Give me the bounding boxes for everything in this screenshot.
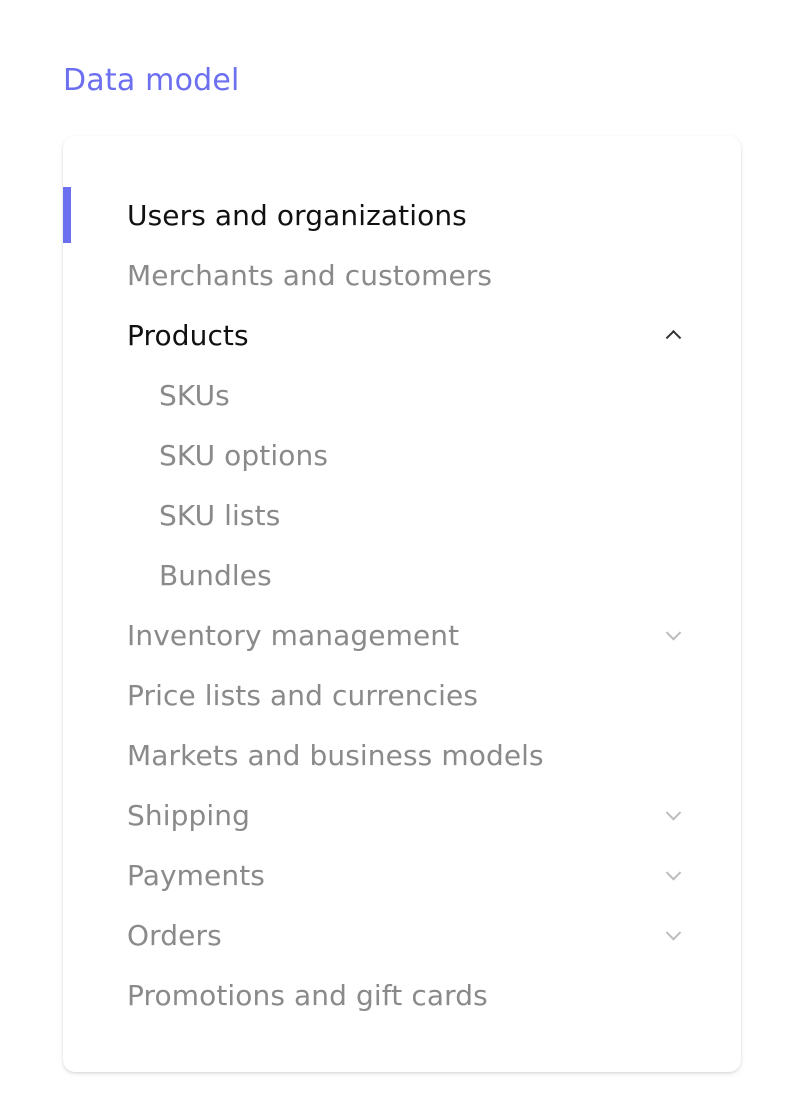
- nav-item-label: Merchants and customers: [127, 258, 493, 292]
- nav-item-label: Shipping: [127, 798, 250, 832]
- nav-item-price-lists-and-currencies[interactable]: Price lists and currencies: [63, 665, 741, 725]
- section-title-link[interactable]: Data model: [63, 62, 240, 100]
- nav-item-promotions-and-gift-cards[interactable]: Promotions and gift cards: [63, 965, 741, 1025]
- nav-item-label: SKU lists: [159, 498, 281, 532]
- nav-item-label: Bundles: [159, 558, 272, 592]
- nav-item-label: Markets and business models: [127, 738, 544, 772]
- nav-subitem-sku-lists[interactable]: SKU lists: [63, 485, 741, 545]
- nav-item-label: Inventory management: [127, 618, 460, 652]
- nav-item-label: SKUs: [159, 378, 230, 412]
- nav-subitem-sku-options[interactable]: SKU options: [63, 425, 741, 485]
- nav-item-label: Promotions and gift cards: [127, 978, 488, 1012]
- chevron-down-icon[interactable]: [665, 625, 682, 641]
- nav-item-products[interactable]: Products: [63, 305, 741, 365]
- nav-item-merchants-and-customers[interactable]: Merchants and customers: [63, 245, 741, 305]
- active-indicator: [63, 187, 71, 243]
- nav-list: Users and organizations Merchants and cu…: [63, 185, 741, 1025]
- nav-subitem-bundles[interactable]: Bundles: [63, 545, 741, 605]
- nav-subitem-skus[interactable]: SKUs: [63, 365, 741, 425]
- nav-item-label: Users and organizations: [127, 198, 467, 232]
- chevron-down-icon[interactable]: [665, 805, 682, 821]
- nav-item-label: Price lists and currencies: [127, 678, 479, 712]
- chevron-up-icon[interactable]: [665, 329, 682, 346]
- nav-item-label: Orders: [127, 918, 222, 952]
- nav-card: Users and organizations Merchants and cu…: [63, 136, 741, 1072]
- nav-item-users-and-organizations[interactable]: Users and organizations: [63, 185, 741, 245]
- nav-item-label: Products: [127, 318, 249, 352]
- nav-item-orders[interactable]: Orders: [63, 905, 741, 965]
- nav-item-shipping[interactable]: Shipping: [63, 785, 741, 845]
- chevron-down-icon[interactable]: [665, 925, 682, 941]
- nav-item-markets-and-business-models[interactable]: Markets and business models: [63, 725, 741, 785]
- nav-item-payments[interactable]: Payments: [63, 845, 741, 905]
- chevron-down-icon[interactable]: [665, 865, 682, 881]
- nav-item-inventory-management[interactable]: Inventory management: [63, 605, 741, 665]
- nav-item-label: Payments: [127, 858, 265, 892]
- nav-item-label: SKU options: [159, 438, 329, 472]
